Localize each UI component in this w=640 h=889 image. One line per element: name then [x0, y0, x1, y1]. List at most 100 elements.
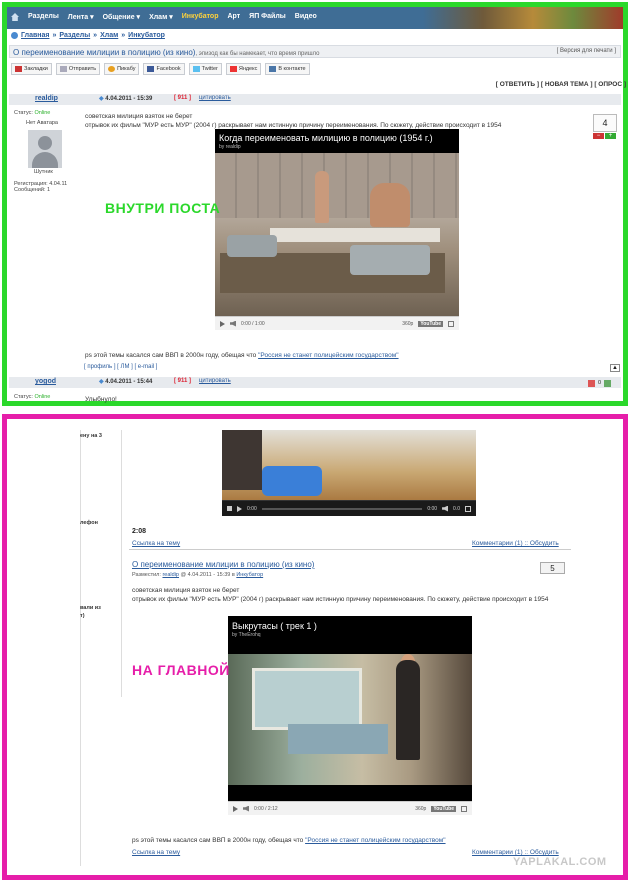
breadcrumb-home[interactable]: Главная: [21, 32, 49, 39]
post-number[interactable]: [ 911 ]: [174, 95, 191, 101]
post-ps: ps этой темы касался сам ВВП в 2000н год…: [85, 352, 399, 359]
share-twitter-button[interactable]: Twitter: [188, 63, 222, 75]
topic-header: О переименование милиции в полицию (из к…: [9, 45, 621, 58]
post-header: realdip ◆ 4.04.2011 - 15:39 [ 911 ] цити…: [9, 94, 621, 105]
main-video-controls: 0:00 / 2:12 360p YouTube: [228, 801, 472, 815]
video-controls: 0:00 / 1:00 360p YouTube: [215, 316, 459, 330]
share-facebook-button[interactable]: Facebook: [143, 63, 185, 75]
vote-down-button[interactable]: −: [593, 133, 604, 139]
left-label-2: лефон: [80, 520, 98, 526]
ps-link[interactable]: "Россия не станет полицейским государств…: [258, 352, 398, 359]
video-time: 0:00 / 1:00: [241, 320, 265, 327]
share-bar: Закладки Отправить Пикабу Facebook Twitt…: [11, 63, 310, 75]
main-quality-selector[interactable]: 360p: [415, 806, 426, 812]
topic-title: О переименование милиции в полицию (из к…: [13, 48, 196, 57]
twitter-icon: [192, 66, 200, 72]
main-fullscreen-icon[interactable]: [461, 805, 467, 812]
karma-icon[interactable]: [604, 380, 612, 387]
main-post-body: советская милиция взяток не берет отрыво…: [132, 586, 562, 604]
post2-author-link[interactable]: yogod: [35, 378, 56, 385]
profile-links[interactable]: [ профиль ] [ ЛМ ] [ e-mail ]: [84, 364, 157, 370]
post-author-link[interactable]: realdip: [35, 95, 58, 102]
share-yandex-button[interactable]: Яндекс: [225, 63, 262, 75]
top-navbar: Разделы Лента ▾ Общение ▾ Хлам ▾ Инкубат…: [7, 7, 623, 29]
video-title: Когда переименовать милицию в полицию (1…: [219, 133, 433, 143]
nav-item-junk[interactable]: Хлам ▾: [149, 13, 173, 21]
scroll-up-button[interactable]: ▲: [610, 364, 620, 372]
fullscreen-icon[interactable]: [448, 320, 454, 327]
share-vk-button[interactable]: В контакте: [265, 63, 310, 75]
topic-actions[interactable]: [ ОТВЕТИТЬ ] [ НОВАЯ ТЕМА ] [ ОПРОС ]: [496, 81, 626, 88]
main-post-line-1: советская милиция взяток не берет: [132, 587, 240, 594]
prev-fullscreen-icon[interactable]: [465, 505, 471, 512]
post2-counter: 0: [598, 380, 602, 386]
post2-number[interactable]: [ 911 ]: [174, 378, 191, 384]
play-icon[interactable]: [220, 320, 225, 327]
rating-buttons: − +: [593, 133, 616, 139]
breadcrumb: Главная» Разделы» Хлам» Инкубатор: [11, 32, 165, 39]
stop-icon[interactable]: [227, 506, 232, 511]
pikabu-icon: [108, 66, 116, 72]
video-frame[interactable]: [215, 153, 459, 316]
left-label-4: т): [80, 613, 85, 619]
post2-body: Улыбнуло!: [85, 396, 117, 403]
site-watermark: YAPLAKAL.COM: [513, 856, 607, 868]
breadcrumb-junk[interactable]: Хлам: [100, 32, 118, 39]
home-icon[interactable]: [11, 13, 19, 21]
main-post-title[interactable]: О переименование милиции в полицию (из к…: [132, 560, 314, 569]
nav-item-chat[interactable]: Общение ▾: [103, 13, 140, 21]
author-messages: Сообщений: 1: [14, 187, 51, 193]
prev-play-icon[interactable]: [237, 505, 242, 512]
breadcrumb-sections[interactable]: Разделы: [59, 32, 90, 39]
prev-progress-bar[interactable]: [261, 507, 423, 510]
youtube-icon[interactable]: YouTube: [418, 320, 443, 327]
main-post-ps: ps этой темы касался сам ВВП в 2000н год…: [132, 837, 446, 844]
post2-quote-link[interactable]: цитировать: [199, 378, 231, 384]
volume-icon[interactable]: [230, 320, 236, 327]
share-send-button[interactable]: Отправить: [55, 63, 101, 75]
video-player-main[interactable]: Выкрутасы ( трек 1 ) by TheErohq 0:00 / …: [228, 616, 472, 815]
share-bookmarks-button[interactable]: Закладки: [11, 63, 52, 75]
main-play-icon[interactable]: [233, 805, 238, 812]
share-pikabu-button[interactable]: Пикабу: [104, 63, 140, 75]
nav-item-incubator[interactable]: Инкубатор: [182, 13, 219, 21]
main-ps-link[interactable]: "Россия не станет полицейским государств…: [305, 837, 445, 844]
nav-item-files[interactable]: ЯП Файлы: [249, 13, 286, 21]
vote-up-button[interactable]: +: [605, 133, 616, 139]
prev-video-time-right: 0:00: [427, 505, 438, 512]
post2-icons: 0: [588, 380, 612, 387]
nav-item-sections[interactable]: Разделы: [28, 13, 59, 21]
facebook-icon: [147, 66, 155, 72]
header-banner: [423, 7, 623, 29]
annotation-main-page: НА ГЛАВНОЙ: [132, 662, 230, 678]
bookmark-icon: [15, 66, 22, 72]
main-post-line-2: отрывок их фильм "МУР есть МУР" (2004 г)…: [132, 596, 549, 603]
nav-item-art[interactable]: Арт: [227, 13, 240, 21]
post-rating: 4: [593, 114, 617, 132]
post2-date: ◆ 4.04.2011 - 15:44: [99, 379, 153, 385]
post-header-2: yogod ◆ 4.04.2011 - 15:44 [ 911 ] цитиро…: [9, 377, 621, 388]
vk-icon: [269, 66, 277, 72]
left-label-1: ену на 3: [80, 433, 102, 439]
prev-video-frame[interactable]: [222, 430, 476, 500]
video-player-post[interactable]: Когда переименовать милицию в полицию (1…: [215, 129, 459, 330]
main-topic-link[interactable]: Ссылка на тему: [132, 849, 180, 856]
breadcrumb-incubator[interactable]: Инкубатор: [128, 32, 165, 39]
print-version-link[interactable]: [ Версия для печати ]: [557, 48, 616, 54]
video-player-prev[interactable]: 0:00 0:00 0.0: [222, 430, 476, 516]
left-column: ену на 3 лефон вали из т): [80, 430, 122, 697]
prev-topic-link[interactable]: Ссылка на тему: [132, 540, 180, 547]
prev-volume-icon[interactable]: [442, 505, 449, 512]
nav-item-feed[interactable]: Лента ▾: [68, 13, 94, 21]
quote-link[interactable]: цитировать: [199, 95, 231, 101]
nav-item-video[interactable]: Видео: [295, 13, 317, 21]
main-video-frame[interactable]: [228, 654, 472, 785]
no-avatar-label: Нет Аватара: [26, 120, 58, 126]
post2-status: Статус: Online: [14, 394, 51, 400]
report-icon[interactable]: [588, 380, 595, 387]
yandex-icon: [229, 66, 237, 72]
main-volume-icon[interactable]: [243, 805, 249, 812]
post-body: советская милиция взяток не берет отрыво…: [85, 112, 501, 130]
main-youtube-icon[interactable]: YouTube: [431, 805, 456, 812]
quality-selector[interactable]: 360p: [402, 321, 413, 327]
